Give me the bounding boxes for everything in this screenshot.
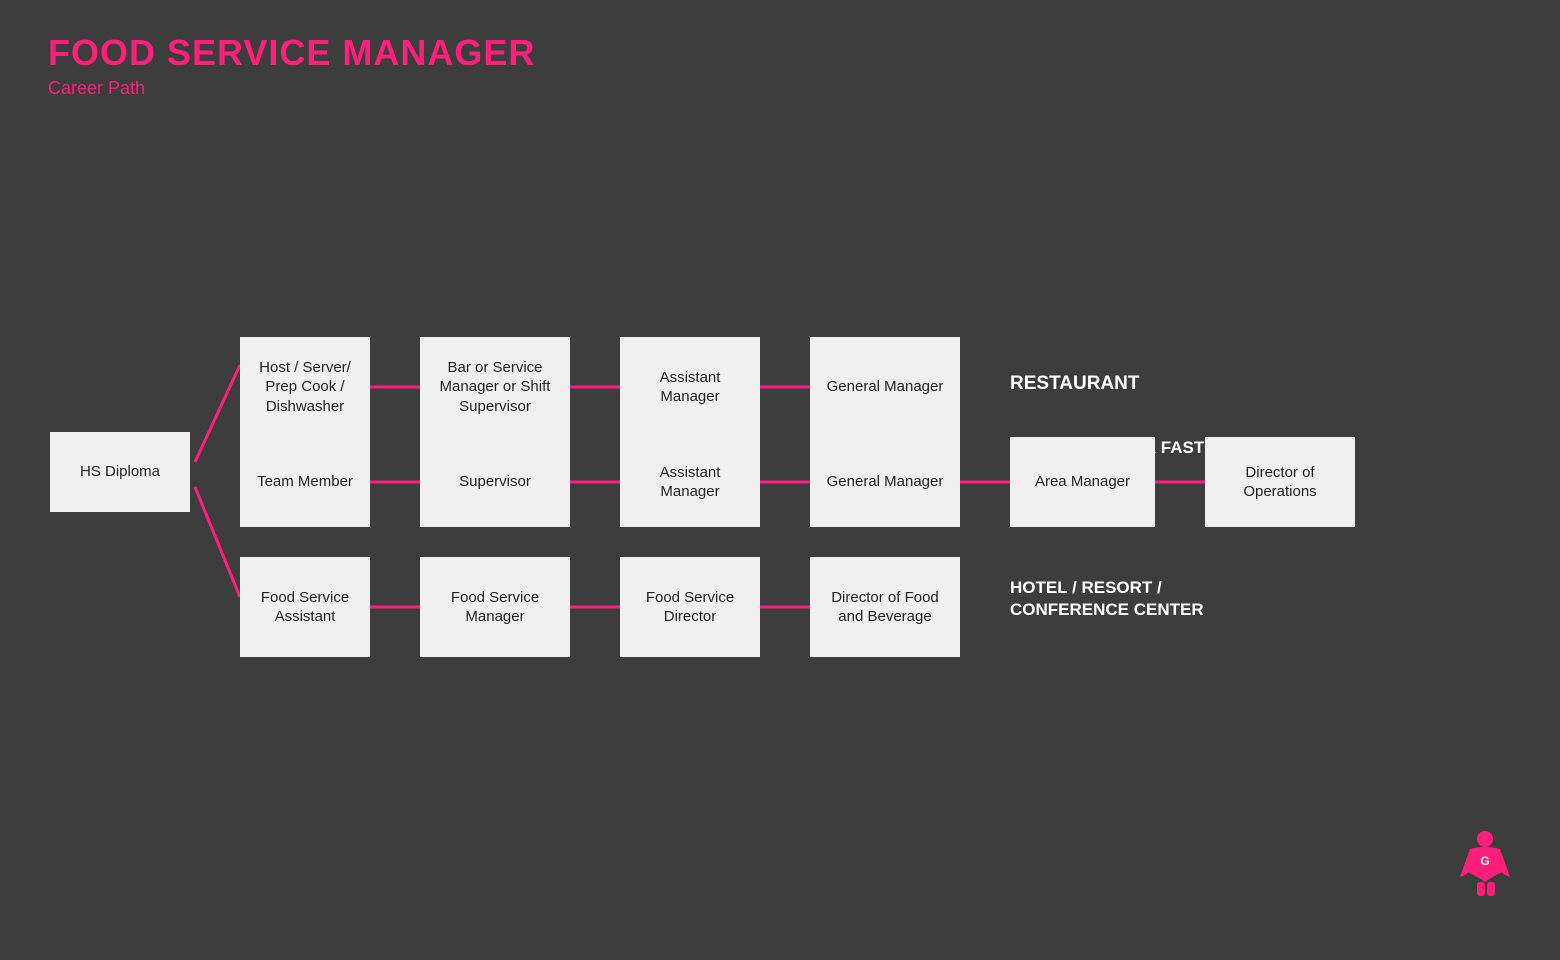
box-general-manager-top: General Manager <box>810 337 960 437</box>
box-hs-diploma: HS Diploma <box>50 432 190 512</box>
box-food-service-assistant: Food Service Assistant <box>240 557 370 657</box>
box-food-service-director: Food Service Director <box>620 557 760 657</box>
box-general-manager-mid: General Manager <box>810 437 960 527</box>
page-subtitle: Career Path <box>48 78 1512 99</box>
box-assistant-manager-mid: Assistant Manager <box>620 437 760 527</box>
box-area-manager: Area Manager <box>1010 437 1155 527</box>
box-supervisor: Supervisor <box>420 437 570 527</box>
header: Food Service Manager Career Path <box>0 0 1560 107</box>
box-team-member: Team Member <box>240 437 370 527</box>
box-host-server: Host / Server/ Prep Cook / Dishwasher <box>240 337 370 437</box>
box-director-food-beverage: Director of Food and Beverage <box>810 557 960 657</box>
logo-svg: G <box>1450 827 1520 897</box>
box-food-service-manager: Food Service Manager <box>420 557 570 657</box>
logo: G <box>1450 827 1520 897</box>
page-title: Food Service Manager <box>48 32 1512 74</box>
box-assistant-manager-top: Assistant Manager <box>620 337 760 437</box>
diagram-area: HS Diploma Host / Server/ Prep Cook / Di… <box>0 127 1560 907</box>
label-restaurant: RESTAURANT <box>1010 372 1139 397</box>
box-director-operations: Director of Operations <box>1205 437 1355 527</box>
label-hotel: HOTEL / RESORT / CONFERENCE CENTER <box>1010 577 1230 621</box>
box-bar-service: Bar or Service Manager or Shift Supervis… <box>420 337 570 437</box>
svg-text:G: G <box>1480 854 1489 868</box>
